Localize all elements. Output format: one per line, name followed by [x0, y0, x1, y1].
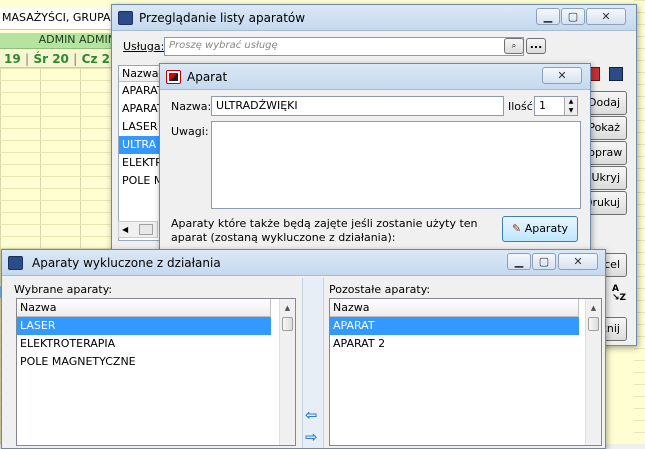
day-label[interactable]: Śr 20 [33, 52, 68, 66]
day-label[interactable]: 19 [4, 52, 21, 66]
service-browse-button[interactable]: ... [526, 38, 546, 54]
app-icon [118, 11, 133, 25]
quantity-spinner[interactable]: ▲ ▼ [564, 97, 577, 115]
linked-devices-button[interactable]: ✎ Aparaty [502, 216, 578, 242]
device-editor-window: Aparat ✕ Nazwa: ULTRADŹWIĘKI Ilość: 1 ▲ ▼… [159, 63, 591, 263]
name-input[interactable]: ULTRADŹWIĘKI [211, 96, 504, 116]
window-title: Aparaty wykluczone z działania [32, 256, 221, 270]
day-label[interactable]: Cz 2 [82, 52, 110, 66]
scroll-left-icon[interactable]: ◀ [122, 225, 128, 234]
sort-az-icon[interactable]: A ↘Z [612, 285, 626, 303]
service-label: Usługa: [123, 40, 165, 53]
selected-list-scrollbar[interactable]: ▲ [279, 299, 295, 445]
app-icon [8, 256, 23, 270]
close-button[interactable]: ✕ [542, 67, 582, 84]
linked-devices-info-line2: aparat (zostaną wykluczone z działania): [171, 231, 396, 244]
scroll-thumb[interactable] [282, 317, 293, 331]
excluded-devices-window: Aparaty wykluczone z działania ▁ ▢ ✕ Wyb… [1, 249, 606, 449]
device-list-hscroll[interactable]: ◀ [118, 221, 158, 238]
quantity-label: Ilość: [508, 100, 537, 113]
print-preview-icon[interactable] [609, 67, 623, 81]
service-input[interactable]: Proszę wybrać usługę [164, 37, 524, 56]
remaining-devices-label: Pozostałe aparaty: [329, 283, 431, 296]
move-right-arrow-icon[interactable]: ⇨ [305, 428, 318, 446]
schedule-group-header: MASAŻYŚCI, GRUPA ... [0, 8, 120, 30]
device-editor-titlebar[interactable]: Aparat ✕ [160, 64, 590, 90]
list-item[interactable]: LASER [17, 317, 271, 335]
notes-label: Uwagi: [171, 125, 209, 138]
remaining-devices-list: Nazwa APARAT APARAT 2 ▲ [329, 298, 602, 446]
window-title: Aparat [187, 70, 228, 84]
list-item[interactable]: APARAT 2 [330, 335, 579, 353]
schedule-day-headers: 19 | Śr 20 | Cz 2 [0, 51, 120, 68]
selected-devices-label: Wybrane aparaty: [14, 283, 113, 296]
scroll-up-icon[interactable]: ▲ [586, 301, 601, 315]
app-logo-icon [166, 70, 181, 84]
close-button[interactable]: ✕ [558, 253, 598, 270]
move-left-arrow-icon[interactable]: ⇦ [305, 406, 318, 424]
column-header-name[interactable]: Nazwa [17, 299, 271, 317]
minimize-button[interactable]: ▁ [507, 253, 531, 270]
notes-textarea[interactable] [211, 121, 581, 209]
device-list-titlebar[interactable]: Przeglądanie listy aparatów ▁ ▢ ✕ [112, 5, 636, 31]
selected-devices-list: Nazwa LASER ELEKTROTERAPIA POLE MAGNETYCZN… [16, 298, 296, 446]
name-label: Nazwa: [171, 100, 212, 113]
transfer-panel: ⇦ ⇨ [302, 278, 324, 448]
scroll-thumb[interactable] [139, 224, 153, 235]
list-item[interactable]: ELEKTROTERAPIA [17, 335, 271, 353]
service-search-button[interactable]: ⌕ [504, 38, 524, 54]
column-header-name[interactable]: Nazwa [330, 299, 579, 317]
list-item[interactable]: POLE MAGNETYCZNE [17, 353, 271, 371]
window-title: Przeglądanie listy aparatów [139, 11, 306, 25]
list-item[interactable]: APARAT [330, 317, 579, 335]
maximize-button[interactable]: ▢ [532, 253, 556, 270]
scroll-up-icon[interactable]: ▲ [280, 301, 295, 315]
schedule-admin-bar: ADMIN ADMIN [0, 33, 120, 49]
excluded-devices-titlebar[interactable]: Aparaty wykluczone z działania ▁ ▢ ✕ [2, 250, 605, 276]
scroll-thumb[interactable] [588, 317, 599, 331]
linked-devices-info-line1: Aparaty które także będą zajęte jeśli zo… [171, 217, 478, 230]
tools-icon: ✎ [511, 222, 522, 235]
linked-devices-button-label: Aparaty [524, 222, 569, 235]
maximize-button[interactable]: ▢ [561, 8, 585, 25]
minimize-button[interactable]: ▁ [536, 8, 560, 25]
remaining-list-scrollbar[interactable]: ▲ [585, 299, 601, 445]
close-button[interactable]: ✕ [586, 8, 626, 25]
